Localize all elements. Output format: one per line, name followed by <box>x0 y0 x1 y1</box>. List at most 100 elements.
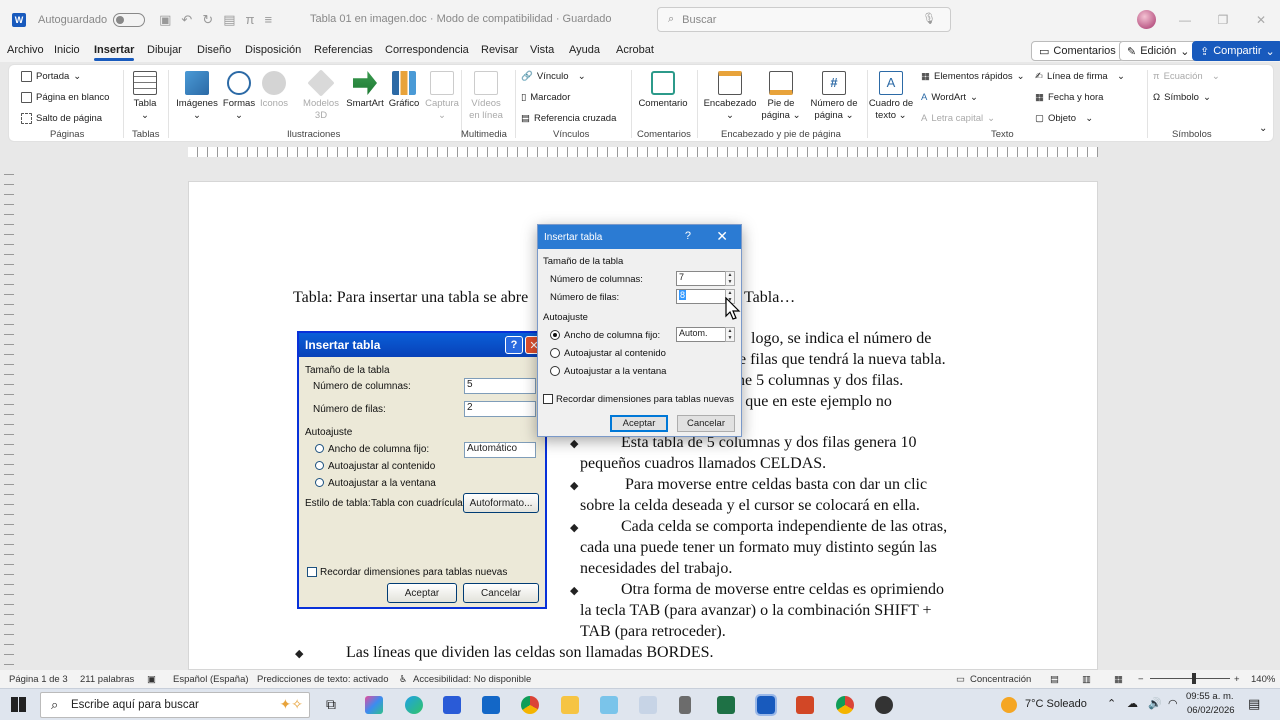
share-button[interactable]: ⇪ Compartir ⌄ <box>1192 41 1280 61</box>
phone-icon[interactable] <box>679 696 691 714</box>
comment-button[interactable]: Comentario <box>635 71 691 110</box>
comments-button[interactable]: ▭ Comentarios <box>1031 41 1124 61</box>
format-painter-icon[interactable]: ▤ <box>223 12 235 28</box>
smartart-button[interactable]: SmartArt <box>345 71 385 110</box>
columns-input[interactable]: 7 <box>676 271 726 286</box>
task-view-icon[interactable]: ⧉ <box>326 696 336 713</box>
dialog-close-button[interactable]: ✕ <box>716 228 728 245</box>
editing-button[interactable]: ✎ Edición ⌄ <box>1119 41 1198 61</box>
tab-vista[interactable]: Vista <box>530 44 554 56</box>
tab-diseno[interactable]: Diseño <box>197 44 231 56</box>
store-icon[interactable] <box>443 696 461 714</box>
tab-correspondencia[interactable]: Correspondencia <box>385 44 469 56</box>
wordart-button[interactable]: A WordArt ⌄ <box>921 92 978 103</box>
cancel-button[interactable]: Cancelar <box>677 415 735 432</box>
edge-icon[interactable] <box>405 696 423 714</box>
page-number-button[interactable]: # Número de página ⌄ <box>803 71 865 122</box>
zoom-level[interactable]: 140% <box>1251 674 1275 685</box>
cloud-icon[interactable]: ☁ <box>1127 697 1138 710</box>
fixed-width-input[interactable]: Autom. <box>676 327 726 342</box>
speaker-icon[interactable]: 🔊 <box>1148 697 1162 710</box>
collapse-ribbon-icon[interactable]: ⌄ <box>1259 123 1267 134</box>
autosave-toggle[interactable] <box>113 13 146 27</box>
rows-input[interactable]: 8 <box>676 289 726 304</box>
columns-spinner[interactable]: ▲ ▼ <box>725 271 735 286</box>
proofing-icon[interactable]: ▣ <box>147 674 156 685</box>
zoom-out-icon[interactable]: − <box>1138 674 1144 685</box>
clock-date[interactable]: 06/02/2026 <box>1187 705 1235 716</box>
icons-button[interactable]: Iconos <box>259 71 289 110</box>
header-button[interactable]: Encabezado ⌄ <box>703 71 757 122</box>
zoom-in-icon[interactable]: + <box>1234 674 1240 685</box>
table-button[interactable]: Tabla ⌄ <box>131 71 159 122</box>
minimize-icon[interactable]: — <box>1166 0 1204 40</box>
signature-line-button[interactable]: ✍ Línea de firma ⌄ <box>1035 71 1125 82</box>
avatar[interactable] <box>1137 10 1156 29</box>
text-predictions-status[interactable]: Predicciones de texto: activado <box>257 674 389 685</box>
blank-page-button[interactable]: Página en blanco <box>21 92 109 103</box>
screenshot-button[interactable]: Captura ⌄ <box>423 71 461 122</box>
copilot-icon[interactable] <box>365 696 383 714</box>
equation-button[interactable]: π Ecuación ⌄ <box>1153 71 1220 82</box>
chart-button[interactable]: Gráfico <box>387 71 421 110</box>
powerpoint-icon[interactable] <box>796 696 814 714</box>
tab-revisar[interactable]: Revisar <box>481 44 518 56</box>
microphone-icon[interactable]: 🎙 <box>922 12 936 25</box>
redo-icon[interactable]: ↻ <box>202 12 213 28</box>
quick-parts-button[interactable]: ▦ Elementos rápidos ⌄ <box>921 71 1025 82</box>
word-count[interactable]: 211 palabras <box>80 674 134 685</box>
taskbar-search-input[interactable]: ⌕ Escribe aquí para buscar ✦✧ <box>40 692 310 718</box>
excel-icon[interactable] <box>717 696 735 714</box>
chrome-profile-icon[interactable] <box>836 696 854 714</box>
tab-inicio[interactable]: Inicio <box>54 44 80 56</box>
print-layout-icon[interactable]: ▥ <box>1082 674 1091 685</box>
online-video-button[interactable]: Vídeos en línea <box>467 71 505 122</box>
web-layout-icon[interactable]: ▦ <box>1114 674 1123 685</box>
bookmark-button[interactable]: ▯ Marcador <box>521 92 570 103</box>
radio-fixed-width[interactable] <box>550 330 560 340</box>
tray-chevron-icon[interactable]: ⌃ <box>1107 697 1116 710</box>
undo-icon[interactable]: ↶ <box>181 12 192 28</box>
customize-toolbar-icon[interactable]: ≡ <box>265 12 273 28</box>
paint-icon[interactable] <box>639 696 657 714</box>
drop-cap-button[interactable]: A Letra capital ⌄ <box>921 113 995 124</box>
zoom-slider-thumb[interactable] <box>1192 673 1196 684</box>
search-input[interactable]: ⌕ Buscar 🎙 <box>657 7 951 32</box>
clock-time[interactable]: 09:55 a. m. <box>1186 691 1234 702</box>
pictures-button[interactable]: Imágenes ⌄ <box>175 71 219 122</box>
close-icon[interactable]: ✕ <box>1242 0 1280 40</box>
radio-autofit-content[interactable] <box>550 348 560 358</box>
ok-button[interactable]: Aceptar <box>610 415 668 432</box>
tab-referencias[interactable]: Referencias <box>314 44 373 56</box>
footer-button[interactable]: Pie de página ⌄ <box>761 71 801 122</box>
symbol-button[interactable]: Ω Símbolo ⌄ <box>1153 92 1211 103</box>
help-button[interactable]: ? <box>685 230 691 242</box>
fixed-width-spinner[interactable]: ▲ ▼ <box>725 327 735 342</box>
tab-disposicion[interactable]: Disposición <box>245 44 301 56</box>
chrome-icon[interactable] <box>521 696 539 714</box>
date-time-button[interactable]: ▦ Fecha y hora <box>1035 92 1103 103</box>
dialog-title-bar[interactable]: Insertar tabla ? ✕ <box>538 225 741 249</box>
wifi-icon[interactable]: ◠ <box>1168 697 1178 710</box>
file-explorer-icon[interactable] <box>561 696 579 714</box>
shapes-button[interactable]: Formas ⌄ <box>221 71 257 122</box>
3d-models-button[interactable]: Modelos 3D <box>297 69 345 122</box>
language-status[interactable]: Español (España) <box>173 674 249 685</box>
text-box-button[interactable]: A Cuadro de texto ⌄ <box>867 71 915 122</box>
portada-button[interactable]: Portada ⌄ <box>21 71 81 82</box>
accessibility-status[interactable]: Accesibilidad: No disponible <box>413 674 531 685</box>
tab-insertar[interactable]: Insertar <box>94 44 135 61</box>
word-taskbar-icon[interactable] <box>755 694 777 716</box>
page-count[interactable]: Página 1 de 3 <box>9 674 68 685</box>
tab-archivo[interactable]: Archivo <box>7 44 44 56</box>
save-icon[interactable]: ▣ <box>159 12 171 28</box>
restore-icon[interactable]: ❐ <box>1204 0 1242 40</box>
weather-widget[interactable]: 7°C Soleado <box>1025 698 1087 710</box>
focus-mode-button[interactable]: Concentración <box>970 674 1031 685</box>
tab-ayuda[interactable]: Ayuda <box>569 44 600 56</box>
radio-autofit-window[interactable] <box>550 366 560 376</box>
notifications-icon[interactable]: ▤ <box>1248 696 1260 712</box>
photos-icon[interactable] <box>600 696 618 714</box>
read-mode-icon[interactable]: ▤ <box>1050 674 1059 685</box>
object-button[interactable]: ▢ Objeto ⌄ <box>1035 113 1093 124</box>
